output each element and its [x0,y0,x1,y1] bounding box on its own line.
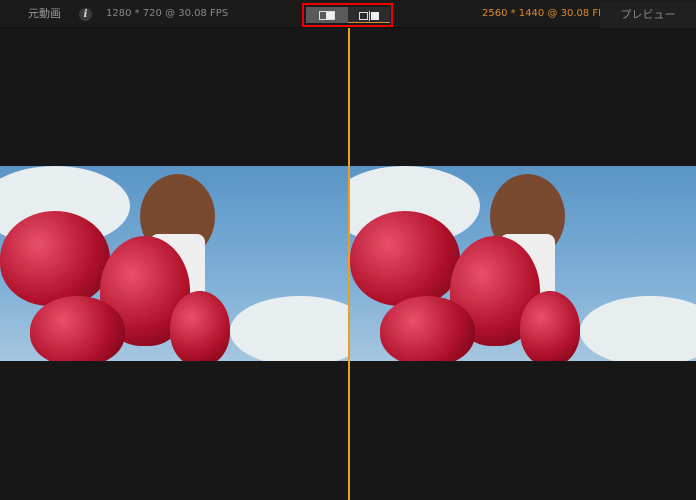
split-divider-handle[interactable] [348,28,350,500]
preview-resolution: 2560 * 1440 @ 30.08 FPS [482,8,611,19]
single-view-button[interactable] [306,7,348,23]
original-resolution: 1280 * 720 @ 30.08 FPS [106,8,229,19]
split-view-button[interactable] [348,7,390,23]
split-view-icon [359,11,379,21]
info-icon[interactable]: i [79,8,92,21]
original-video-label: 元動画 [28,7,61,20]
preview-label: プレビュー [600,2,696,28]
top-bar: 元動画 i 1280 * 720 @ 30.08 FPS 2560 * 1440… [0,0,696,28]
original-video-frame [0,166,348,361]
preview-video-frame [350,166,696,361]
view-mode-toggle [302,3,393,27]
single-view-icon [319,11,335,20]
